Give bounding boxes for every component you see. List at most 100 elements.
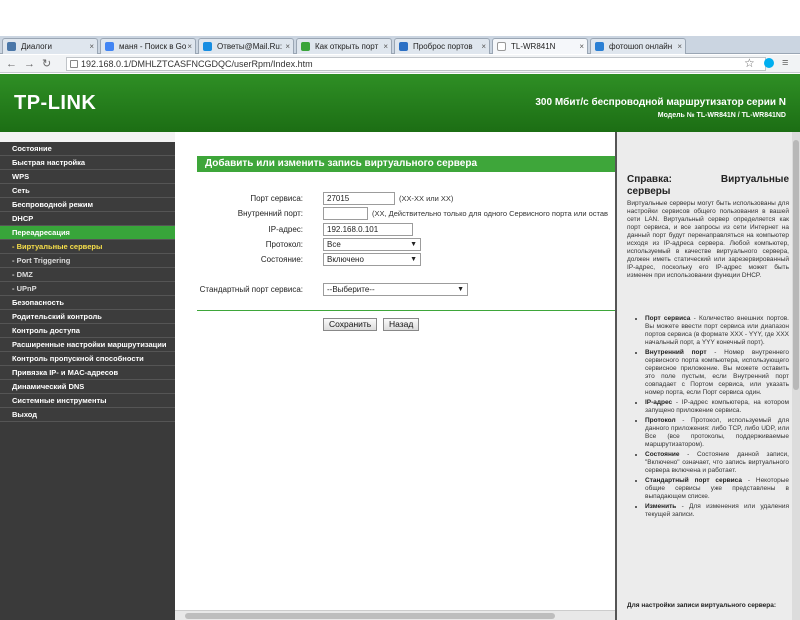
header-title: 300 Мбит/с беспроводной маршрутизатор се…	[535, 97, 786, 108]
close-icon[interactable]: ×	[677, 39, 682, 54]
close-icon[interactable]: ×	[187, 39, 192, 54]
page-info-icon	[70, 60, 78, 68]
header-model: Модель № TL-WR841N / TL-WR841ND	[657, 112, 786, 119]
forward-arrow-icon[interactable]: →	[24, 57, 35, 71]
sidebar-item-bandwidth-control[interactable]: Контроль пропускной способности	[0, 352, 175, 366]
sidebar-item-dmz[interactable]: - DMZ	[0, 268, 175, 282]
sidebar-item-status[interactable]: Состояние	[0, 142, 175, 156]
site-icon	[595, 42, 604, 51]
vk-icon	[7, 42, 16, 51]
close-icon[interactable]: ×	[89, 39, 94, 54]
sidebar-item-logout[interactable]: Выход	[0, 408, 175, 422]
sidebar-item-virtual-servers[interactable]: - Виртуальные серверы	[0, 240, 175, 254]
close-icon[interactable]: ×	[579, 39, 584, 54]
status-select[interactable]: Включено ▼	[323, 253, 421, 266]
back-button[interactable]: Назад	[383, 318, 420, 331]
protocol-row: Протокол: Все ▼	[175, 238, 615, 252]
back-arrow-icon[interactable]: ←	[6, 57, 17, 71]
sidebar-item-security[interactable]: Безопасность	[0, 296, 175, 310]
internal-port-hint: (XX, Действительно только для одного Сер…	[372, 209, 609, 218]
menu-icon[interactable]: ≡	[782, 56, 788, 70]
sidebar-item-wps[interactable]: WPS	[0, 170, 175, 184]
tab-router[interactable]: TL-WR841N ×	[492, 38, 588, 54]
status-label: Состояние:	[260, 255, 303, 264]
sidebar-item-ip-mac-binding[interactable]: Привязка IP- и MAC-адресов	[0, 366, 175, 380]
horizontal-scrollbar[interactable]	[175, 610, 615, 620]
reload-icon[interactable]: ↻	[42, 57, 51, 71]
tab-photoshop[interactable]: фотошоп онлайн ×	[590, 38, 686, 54]
help-item: Протокол - Протокол, используемый для да…	[645, 417, 789, 449]
dropdown-arrow-icon: ▼	[410, 241, 417, 248]
tab-bar: Диалоги × маня - Поиск в Go × Ответы@Mail.…	[0, 36, 800, 54]
internal-port-input[interactable]	[323, 207, 368, 220]
status-row: Состояние: Включено ▼	[175, 253, 615, 267]
service-port-row: Порт сервиса: 27015 (XX-XX или XX)	[175, 192, 615, 206]
mailru-icon	[203, 42, 212, 51]
dropdown-arrow-icon: ▼	[410, 256, 417, 263]
close-icon[interactable]: ×	[383, 39, 388, 54]
google-icon	[105, 42, 114, 51]
close-icon[interactable]: ×	[285, 39, 290, 54]
sidebar-item-parental-control[interactable]: Родительский контроль	[0, 310, 175, 324]
form-divider	[197, 310, 615, 311]
help-item: Порт сервиса - Количество внешних портов…	[645, 315, 789, 347]
sidebar-item-ddns[interactable]: Динамический DNS	[0, 380, 175, 394]
tab-open-port[interactable]: Как открыть порт ×	[296, 38, 392, 54]
sidebar-item-network[interactable]: Сеть	[0, 184, 175, 198]
tplink-logo: TP-LINK	[14, 92, 97, 114]
standard-port-label: Стандартный порт сервиса:	[199, 285, 303, 294]
sidebar-item-advanced-routing[interactable]: Расширенные настройки маршрутизации	[0, 338, 175, 352]
help-item: Стандартный порт сервиса - Некоторые общ…	[645, 477, 789, 501]
sidebar-spacer	[0, 132, 175, 142]
internal-port-label: Внутренний порт:	[237, 209, 303, 218]
ip-address-label: IP-адрес:	[268, 225, 303, 234]
help-item: Изменить - Для изменения или удаления те…	[645, 503, 789, 519]
page-icon	[497, 42, 506, 51]
url-field[interactable]: 192.168.0.1/DMHLZTCASFNCGDQC/userRpm/Ind…	[66, 57, 766, 71]
help-panel: Справка: Виртуальные серверы Виртуальные…	[615, 132, 800, 620]
tab-mailru[interactable]: Ответы@Mail.Ru: ×	[198, 38, 294, 54]
tab-dialogs[interactable]: Диалоги ×	[2, 38, 98, 54]
service-port-label: Порт сервиса:	[250, 194, 303, 203]
sidebar-item-system-tools[interactable]: Системные инструменты	[0, 394, 175, 408]
help-title: Справка: Виртуальные серверы	[627, 174, 789, 197]
dropdown-arrow-icon: ▼	[457, 286, 464, 293]
sidebar-item-forwarding[interactable]: Переадресация	[0, 226, 175, 240]
protocol-label: Протокол:	[265, 240, 303, 249]
internal-port-row: Внутренний порт: (XX, Действительно толь…	[175, 207, 615, 221]
vertical-scrollbar[interactable]	[792, 132, 800, 620]
router-header: TP-LINK 300 Мбит/с беспроводной маршрути…	[0, 74, 800, 132]
save-button[interactable]: Сохранить	[323, 318, 378, 331]
sidebar-item-quick-setup[interactable]: Быстрая настройка	[0, 156, 175, 170]
help-item: IP-адрес - IP-адрес компьютера, на котор…	[645, 399, 789, 415]
sidebar-item-upnp[interactable]: - UPnP	[0, 282, 175, 296]
help-intro: Виртуальные серверы могут быть использов…	[627, 200, 789, 279]
tab-port-forward[interactable]: Проброс портов ×	[394, 38, 490, 54]
protocol-select[interactable]: Все ▼	[323, 238, 421, 251]
service-port-hint: (XX-XX или XX)	[399, 194, 454, 203]
sidebar: Состояние Быстрая настройка WPS Сеть Бес…	[0, 132, 175, 620]
site-icon	[301, 42, 310, 51]
ip-address-input[interactable]: 192.168.0.101	[323, 223, 413, 236]
close-icon[interactable]: ×	[481, 39, 486, 54]
scrollbar-thumb[interactable]	[793, 140, 799, 390]
main-content: Добавить или изменить запись виртуальног…	[175, 132, 615, 620]
help-item: Состояние - Состояние данной записи, "Вк…	[645, 451, 789, 475]
standard-port-row: Стандартный порт сервиса: --Выберите-- ▼	[175, 283, 615, 297]
sidebar-item-wireless[interactable]: Беспроводной режим	[0, 198, 175, 212]
sidebar-item-access-control[interactable]: Контроль доступа	[0, 324, 175, 338]
sidebar-item-port-triggering[interactable]: - Port Triggering	[0, 254, 175, 268]
browser-window: { "browser": { "tabs": [ {"label":"Диало…	[0, 0, 800, 620]
service-port-input[interactable]: 27015	[323, 192, 395, 205]
site-icon	[399, 42, 408, 51]
sidebar-item-dhcp[interactable]: DHCP	[0, 212, 175, 226]
help-footer: Для настройки записи виртуального сервер…	[627, 602, 777, 609]
tab-search[interactable]: маня - Поиск в Go ×	[100, 38, 196, 54]
help-item: Внутренний порт - Номер внутреннего серв…	[645, 349, 789, 397]
help-list: Порт сервиса - Количество внешних портов…	[637, 315, 789, 521]
standard-port-select[interactable]: --Выберите-- ▼	[323, 283, 468, 296]
section-title: Добавить или изменить запись виртуальног…	[197, 156, 615, 172]
scrollbar-thumb[interactable]	[185, 613, 555, 619]
star-icon[interactable]: ☆	[744, 56, 755, 70]
skype-icon[interactable]	[764, 58, 774, 68]
